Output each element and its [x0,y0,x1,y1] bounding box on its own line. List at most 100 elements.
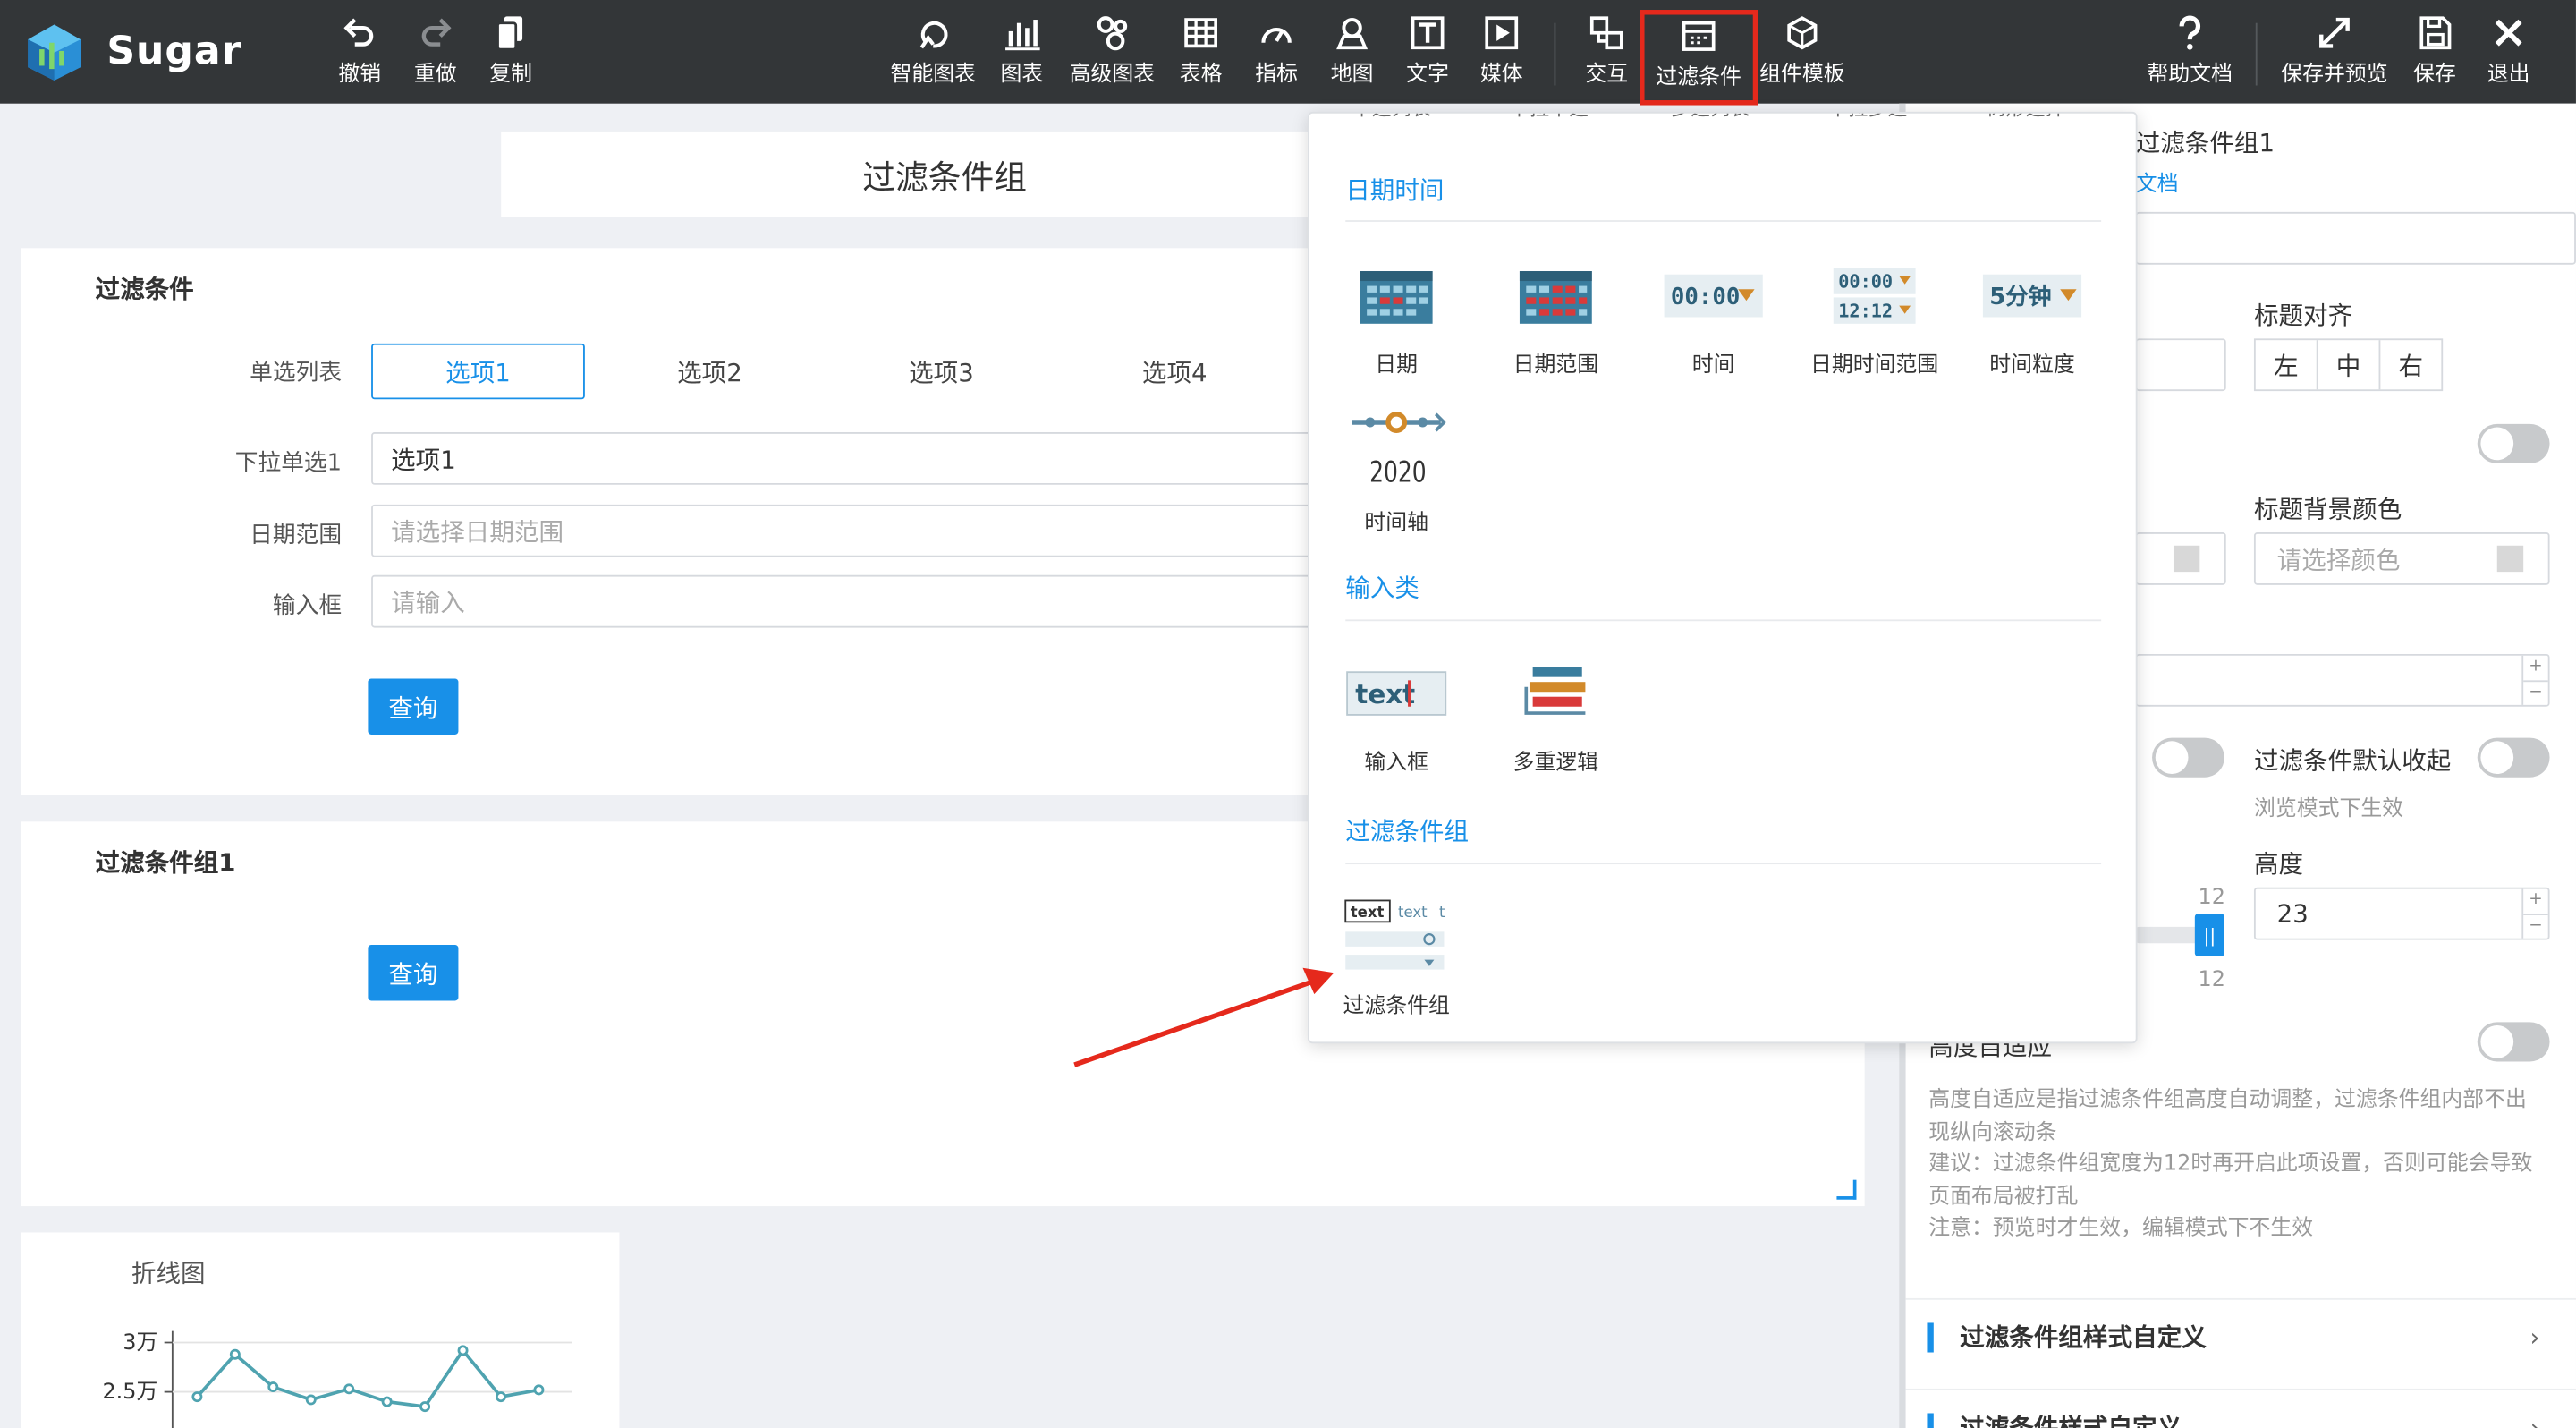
data-point[interactable] [229,1348,241,1360]
auto-height-note-1: 高度自适应是指过滤条件组高度自动调整，过滤条件组内部不出现纵向滚动条 [1928,1087,2527,1145]
text-button[interactable]: 文字 [1404,13,1450,96]
group1-query-button[interactable]: 查询 [368,945,459,1001]
doc-link[interactable]: 文档 [2136,166,2179,198]
height-input[interactable]: 23 [2253,887,2550,940]
item-filter-group[interactable]: text text t 过滤条件组 [1316,896,1477,1019]
title-bg-label: 标题背景颜色 [2253,494,2402,524]
table-icon [1184,18,1217,48]
item-time-granularity[interactable]: 5分钟 时间粒度 [1952,255,2113,378]
interaction-button[interactable]: 交互 [1584,13,1630,96]
line-chart-title: 折线图 [131,1258,206,1288]
app-root: Sugar 撤销 重做 复制 智能图表 图表 高级图表 表格 指标 地图 文字 [0,0,2576,1428]
item-date-label: 日期 [1375,353,1419,378]
filter-group-icon: text text t [1339,896,1454,978]
cut-item-label[interactable]: 多选列表 [1671,114,1750,122]
data-point[interactable] [533,1384,545,1396]
align-left-button[interactable]: 左 [2256,340,2318,390]
chart-button[interactable]: 图表 [999,13,1045,96]
item-text-input[interactable]: text 输入框 [1316,652,1477,776]
cut-item-label[interactable]: 单选列表 [1352,114,1431,122]
stepper-plus[interactable]: + [2523,656,2548,682]
filter-style-section[interactable]: 过滤条件样式自定义 › [1905,1388,2576,1428]
interaction-icon [1589,16,1623,50]
undo-button[interactable]: 撤销 [335,13,385,96]
toggle-left[interactable] [2152,737,2224,778]
table-button[interactable]: 表格 [1178,13,1224,96]
item-date-range[interactable]: 日期范围 [1475,255,1636,378]
media-label: 媒体 [1479,62,1523,88]
help-doc-button[interactable]: 帮助文档 [2146,13,2234,96]
metric-button[interactable]: 指标 [1253,13,1299,96]
cut-item-label[interactable]: 下拉单选 [1510,114,1589,122]
number-stepper[interactable]: + − [2521,655,2548,705]
item-multi-logic-label: 多重逻辑 [1513,751,1599,776]
title-size-input[interactable] [2135,338,2226,392]
series-line [196,1347,539,1409]
map-button[interactable]: 地图 [1329,13,1375,96]
smart-chart-button[interactable]: 智能图表 [889,13,978,96]
data-point[interactable] [419,1401,431,1413]
data-point[interactable] [381,1396,393,1407]
color-swatch-1[interactable] [2173,545,2200,573]
radio-option-3[interactable]: 选项3 [835,344,1048,399]
slider-value: 12 [2198,885,2225,911]
cut-item-label[interactable]: 树形选择 [1987,114,2065,122]
width-slider-handle[interactable]: || [2194,914,2224,956]
dropdown-select[interactable]: 选项1 [371,432,1317,485]
template-button[interactable]: 组件模板 [1758,13,1846,96]
date-range-input[interactable]: 请选择日期范围 [371,504,1317,557]
height-stepper[interactable]: + − [2521,888,2548,939]
line-chart-card[interactable]: 折线图 3万 2.5万 [21,1232,620,1428]
query-button[interactable]: 查询 [368,678,459,735]
align-right-button[interactable]: 右 [2380,340,2441,389]
radio-option-2[interactable]: 选项2 [603,344,817,399]
radio-option-1[interactable]: 选项1 [371,343,585,400]
time-granularity-icon-text: 5分钟 [1989,284,2051,310]
item-date[interactable]: 日期 [1316,255,1477,378]
cut-item-label[interactable]: 下拉多选 [1828,114,1907,122]
auto-height-toggle[interactable] [2477,1022,2550,1062]
height-minus[interactable]: − [2523,914,2548,939]
collapse-default-label: 过滤条件默认收起 [2253,745,2452,776]
save-preview-button[interactable]: 保存并预览 [2279,13,2391,96]
height-plus[interactable]: + [2523,889,2548,915]
data-point[interactable] [343,1383,355,1395]
data-point[interactable] [305,1394,317,1406]
data-point[interactable] [191,1391,203,1403]
align-center-button[interactable]: 中 [2318,340,2381,390]
item-multi-logic[interactable]: 多重逻辑 [1475,652,1636,776]
height-label: 高度 [2253,849,2304,880]
collapse-default-toggle[interactable] [2477,737,2550,778]
media-button[interactable]: 媒体 [1479,13,1524,96]
item-timeline[interactable]: 2020 时间轴 [1316,403,1477,536]
multi-logic-icon [1498,652,1614,735]
advanced-chart-button[interactable]: 高级图表 [1068,13,1157,96]
redo-button[interactable]: 重做 [411,13,460,96]
close-icon [2495,19,2522,47]
name-input[interactable] [2135,211,2576,265]
color-swatch-2[interactable] [2496,545,2524,573]
title-toggle[interactable] [2477,423,2550,463]
section-marker [1927,1322,1934,1352]
copy-button[interactable]: 复制 [487,13,536,96]
filter-label: 过滤条件 [1656,65,1741,91]
radio-option-4[interactable]: 选项4 [1068,344,1282,399]
stepper-minus[interactable]: − [2523,681,2548,705]
filter-group-title[interactable]: 过滤条件组 [501,131,1389,217]
resize-handle[interactable] [1836,1179,1857,1200]
group-style-section[interactable]: 过滤条件组样式自定义 › [1905,1297,2576,1373]
item-time[interactable]: 00:00 时间 [1633,255,1794,378]
exit-button[interactable]: 退出 [2486,13,2531,96]
data-point[interactable] [496,1391,506,1403]
title-align-label: 标题对齐 [2253,301,2353,331]
save-button[interactable]: 保存 [2411,13,2457,96]
data-point[interactable] [457,1345,469,1356]
filter-group-icon-text-c: t [1439,904,1445,921]
item-text-input-label: 输入框 [1364,751,1429,776]
item-datetime-range[interactable]: 00:00 12:12 日期时间范围 [1794,255,1955,378]
number-input[interactable] [2135,653,2550,707]
filter-button[interactable]: 过滤条件 [1640,10,1758,106]
data-point[interactable] [267,1381,279,1393]
text-input[interactable]: 请输入 [371,574,1317,628]
width-slider-track[interactable] [2135,926,2202,944]
